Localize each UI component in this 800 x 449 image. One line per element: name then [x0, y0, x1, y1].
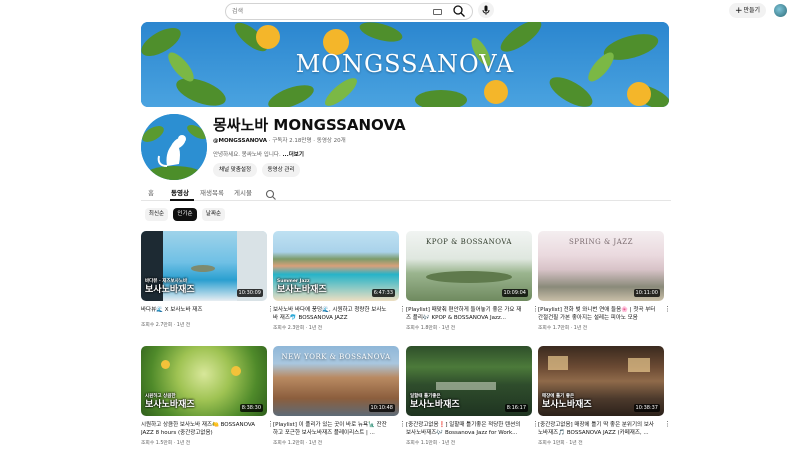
more-options-icon[interactable]: ⋮: [399, 421, 406, 432]
more-options-icon[interactable]: ⋮: [532, 306, 539, 317]
video-meta: 조회수 1.1만회 · 1년 전: [406, 441, 456, 446]
video-thumbnail[interactable]: 바다뷰 · 재즈보사노바 보사노바재즈 10:30:09: [141, 231, 267, 301]
channel-name: 몽싸노바 MONGSSANOVA: [213, 116, 406, 134]
video-duration: 10:10:48: [368, 404, 395, 412]
video-thumbnail[interactable]: SPRING & JAZZ 10:11:00: [538, 231, 664, 301]
video-meta: 조회수 1.5만회 · 1년 전: [141, 441, 191, 446]
more-options-icon[interactable]: ⋮: [532, 421, 539, 432]
active-tab-indicator: [170, 199, 194, 201]
thumbnail-overlay: 시원하고 상큼한 보사노바재즈: [145, 394, 195, 410]
more-options-icon[interactable]: ⋮: [664, 421, 671, 432]
channel-handle: @MONGSSANOVA: [213, 138, 267, 144]
video-meta: 조회수 1만회 · 1년 전: [538, 441, 583, 446]
top-bar: +만들기: [0, 0, 800, 22]
channel-avatar: [141, 114, 207, 180]
create-label: 만들기: [743, 7, 761, 14]
tab-posts[interactable]: 게시물: [234, 187, 252, 197]
customize-channel-button[interactable]: 채널 맞춤설정: [213, 163, 257, 177]
thumbnail-overlay: 매장에 틀기 좋은 보사노바재즈: [542, 394, 592, 410]
video-title[interactable]: [중간광고없음❗] 일할때 틀기좋은 적당한 텐션의 보사노바재즈🎶 Bossa…: [406, 421, 524, 437]
tab-playlists[interactable]: 재생목록: [200, 187, 224, 197]
more-options-icon[interactable]: ⋮: [399, 306, 406, 317]
channel-banner: MONGSSANOVA: [141, 22, 669, 107]
more-options-icon[interactable]: ⋮: [267, 421, 274, 432]
microphone-icon: [482, 5, 490, 15]
video-duration: 10:09:04: [501, 289, 528, 297]
channel-meta: @MONGSSANOVA · 구독자 2.18만명 · 동영상 20개: [213, 136, 346, 144]
search-button[interactable]: [452, 3, 466, 17]
thumbnail-overlay: 일할때 틀기좋은 보사노바재즈: [410, 394, 460, 410]
video-title[interactable]: [중간광고없음] 매장에 틀기 딱 좋은 분위기의 보사노바재즈🎵 BOSSAN…: [538, 421, 656, 437]
manage-videos-button[interactable]: 동영상 관리: [262, 163, 300, 177]
filter-latest[interactable]: 최신순: [145, 208, 168, 221]
video-thumbnail[interactable]: 시원하고 상큼한 보사노바재즈 8:38:30: [141, 346, 267, 416]
video-meta: 조회수 2.3만회 · 1년 전: [273, 326, 323, 331]
video-meta: 조회수 2.7만회 · 1년 전: [141, 323, 191, 328]
more-link[interactable]: ...더보기: [282, 152, 303, 158]
search-icon: [265, 189, 276, 200]
video-title[interactable]: 시원하고 상큼한 보사노바 재즈🍋 BOSSANOVA JAZZ 8 hours…: [141, 421, 259, 437]
video-title[interactable]: [Playlist] 이 플리가 있는 곳이 바로 뉴욕🗽 잔잔하고 포근한 보…: [273, 421, 391, 437]
voice-search-button[interactable]: [478, 2, 494, 18]
channel-search-button[interactable]: [265, 186, 277, 200]
channel-description[interactable]: 안녕하세요. 몽싸노바 입니다. ...더보기: [213, 150, 304, 158]
thumbnail-overlay: 바다뷰 · 재즈보사노바 보사노바재즈: [145, 279, 195, 295]
video-duration: 10:11:00: [633, 289, 660, 297]
video-thumbnail[interactable]: KPOP & BOSSANOVA 10:09:04: [406, 231, 532, 301]
video-title[interactable]: 바다뷰🌊 X 보사노바 재즈: [141, 306, 259, 314]
search-box[interactable]: [225, 3, 473, 20]
tab-videos[interactable]: 동영상: [171, 187, 189, 197]
video-duration: 8:16:17: [504, 404, 528, 412]
video-title[interactable]: [Playlist] 전화 벚 와니번 연애 들음🌸 | 첫곡 부터 간절건필 …: [538, 306, 656, 322]
create-button[interactable]: +만들기: [729, 3, 766, 18]
keyboard-icon[interactable]: [433, 9, 442, 15]
thumbnail-title: SPRING & JAZZ: [568, 238, 634, 246]
video-thumbnail[interactable]: 일할때 틀기좋은 보사노바재즈 8:16:17: [406, 346, 532, 416]
tab-home[interactable]: 홈: [148, 187, 154, 197]
video-thumbnail[interactable]: 매장에 틀기 좋은 보사노바재즈 10:38:37: [538, 346, 664, 416]
more-options-icon[interactable]: ⋮: [664, 306, 671, 317]
channel-stats: · 구독자 2.18만명 · 동영상 20개: [268, 138, 346, 144]
search-icon: [453, 5, 465, 17]
plus-icon: +: [734, 6, 743, 16]
banner-title: MONGSSANOVA: [295, 50, 515, 78]
account-avatar[interactable]: [774, 4, 787, 17]
video-meta: 조회수 1.2만회 · 1년 전: [273, 441, 323, 446]
description-text: 안녕하세요. 몽싸노바 입니다.: [213, 152, 281, 158]
video-thumbnail[interactable]: Summer Jazz 보사노바재즈 6:47:33: [273, 231, 399, 301]
video-meta: 조회수 1.7만회 · 1년 전: [538, 326, 588, 331]
video-duration: 10:30:09: [236, 289, 263, 297]
filter-popular[interactable]: 인기순: [173, 208, 197, 221]
video-duration: 6:47:33: [371, 289, 395, 297]
channel-tabs: 홈 동영상 재생목록 게시물: [141, 183, 671, 201]
thumbnail-overlay: Summer Jazz 보사노바재즈: [277, 279, 327, 295]
filter-oldest[interactable]: 날짜순: [202, 208, 225, 221]
thumbnail-title: NEW YORK & BOSSANOVA: [281, 353, 391, 361]
video-title[interactable]: [Playlist] 때맞춰 편안하게 들어놓기 좋은 가요 재즈 플리🎶 KP…: [406, 306, 524, 322]
more-options-icon[interactable]: ⋮: [267, 306, 274, 317]
video-duration: 10:38:37: [633, 404, 660, 412]
video-duration: 8:38:30: [239, 404, 263, 412]
video-meta: 조회수 1.8만회 · 1년 전: [406, 326, 456, 331]
video-thumbnail[interactable]: NEW YORK & BOSSANOVA 10:10:48: [273, 346, 399, 416]
search-input[interactable]: [232, 4, 422, 19]
thumbnail-title: KPOP & BOSSANOVA: [426, 238, 512, 246]
video-title[interactable]: 보사노바 바다에 풍덩🌊, 시원하고 청량한 보사노바 재즈🐬 BOSSANOV…: [273, 306, 391, 322]
